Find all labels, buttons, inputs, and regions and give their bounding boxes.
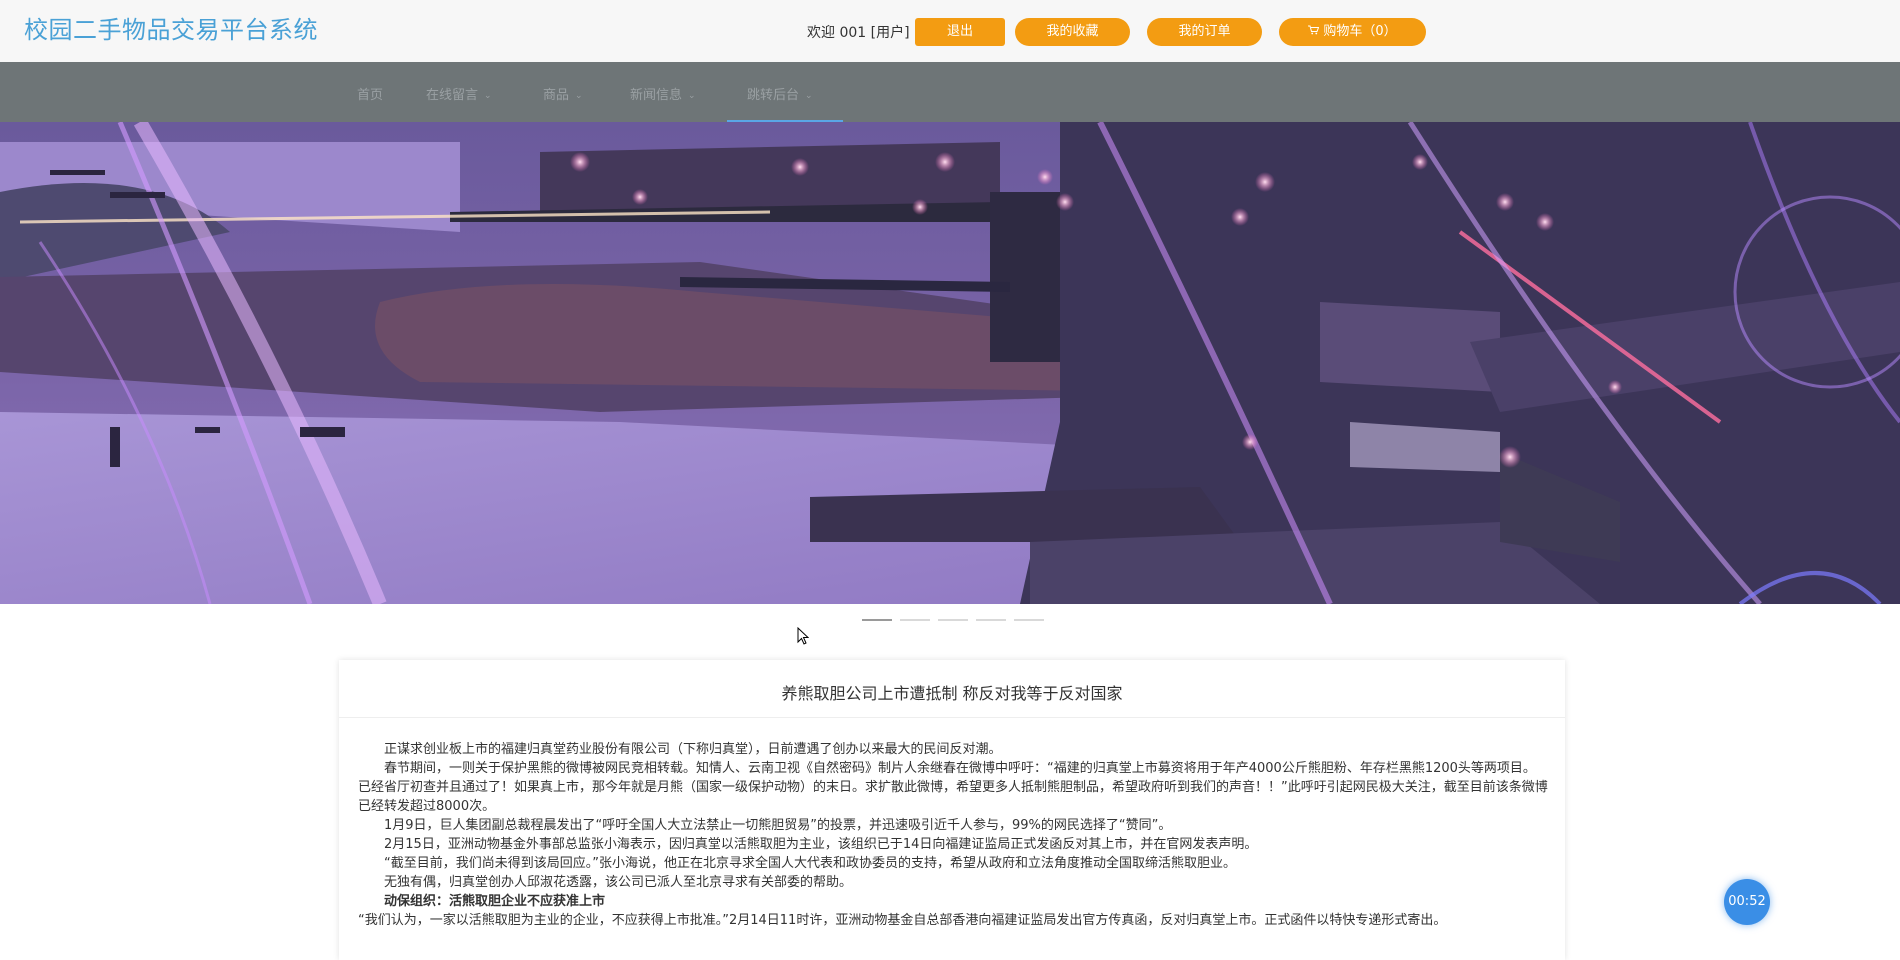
article-paragraph: 2月15日，亚洲动物基金外事部总监张小海表示，因归真堂以活熊取胆为主业，该组织已… [384, 837, 1258, 852]
carousel-dot-1[interactable] [862, 619, 892, 621]
chevron-down-icon: ⌄ [484, 91, 492, 101]
article-paragraph: 1月9日，巨人集团副总裁程晨发出了“呼吁全国人大立法禁止一切熊胆贸易”的投票，并… [384, 818, 1172, 833]
carousel-dot-2[interactable] [900, 619, 930, 621]
top-header: 校园二手物品交易平台系统 欢迎 001 [用户] 退出 我的收藏 我的订单 购物… [0, 0, 1900, 63]
article-paragraph: “截至目前，我们尚未得到该局回应。”张小海说，他正在北京寻求全国人大代表和政协委… [384, 856, 1236, 871]
article-paragraph: 正谋求创业板上市的福建归真堂药业股份有限公司（下称归真堂），日前遭遇了创办以来最… [384, 742, 1002, 757]
carousel-dot-5[interactable] [1014, 619, 1044, 621]
chevron-down-icon: ⌄ [575, 91, 583, 101]
logout-button[interactable]: 退出 [915, 18, 1005, 46]
article-title: 养熊取胆公司上市遭抵制 称反对我等于反对国家 [781, 684, 1123, 703]
shopping-cart-icon [1308, 18, 1320, 46]
carousel-dot-4[interactable] [976, 619, 1006, 621]
my-orders-button[interactable]: 我的订单 [1147, 18, 1262, 46]
floating-timer-badge[interactable]: 00:52 [1724, 879, 1770, 925]
cart-label: 购物车（0） [1323, 24, 1397, 39]
article-paragraph: “我们认为，一家以活熊取胆为主业的企业，不应获得上市批准。”2月14日11时许，… [358, 913, 1447, 928]
article-subheading: 动保组织：活熊取胆企业不应获准上市 [384, 894, 606, 909]
nav-item-products[interactable]: 商品 ⌄ [543, 84, 583, 103]
my-favorites-button[interactable]: 我的收藏 [1015, 18, 1130, 46]
main-nav: 首页 在线留言 ⌄ 商品 ⌄ 新闻信息 ⌄ 跳转后台 ⌄ [0, 62, 1900, 122]
article-body: 正谋求创业板上市的福建归真堂药业股份有限公司（下称归真堂），日前遭遇了创办以来最… [358, 740, 1548, 930]
article-paragraph: 无独有偶，归真堂创办人邱淑花透露，该公司已派人至北京寻求有关部委的帮助。 [384, 875, 853, 890]
article-paragraph: 春节期间，一则关于保护黑熊的微博被网民竞相转载。知情人、云南卫视《自然密码》制片… [358, 761, 1548, 814]
chevron-down-icon: ⌄ [805, 91, 813, 101]
chevron-down-icon: ⌄ [688, 91, 696, 101]
welcome-text: 欢迎 001 [用户] [807, 25, 910, 41]
banner-carousel[interactable] [0, 122, 1900, 604]
mouse-cursor-icon [797, 626, 810, 649]
cart-button[interactable]: 购物车（0） [1279, 18, 1426, 46]
article-divider [339, 717, 1565, 718]
nav-item-admin[interactable]: 跳转后台 ⌄ [747, 84, 813, 103]
news-article: 养熊取胆公司上市遭抵制 称反对我等于反对国家 正谋求创业板上市的福建归真堂药业股… [339, 660, 1565, 960]
banner-image [0, 122, 1900, 604]
nav-item-messages[interactable]: 在线留言 ⌄ [426, 84, 492, 103]
nav-item-news[interactable]: 新闻信息 ⌄ [630, 84, 696, 103]
site-title[interactable]: 校园二手物品交易平台系统 [24, 10, 318, 45]
nav-item-home[interactable]: 首页 [357, 84, 383, 103]
carousel-dot-3[interactable] [938, 619, 968, 621]
